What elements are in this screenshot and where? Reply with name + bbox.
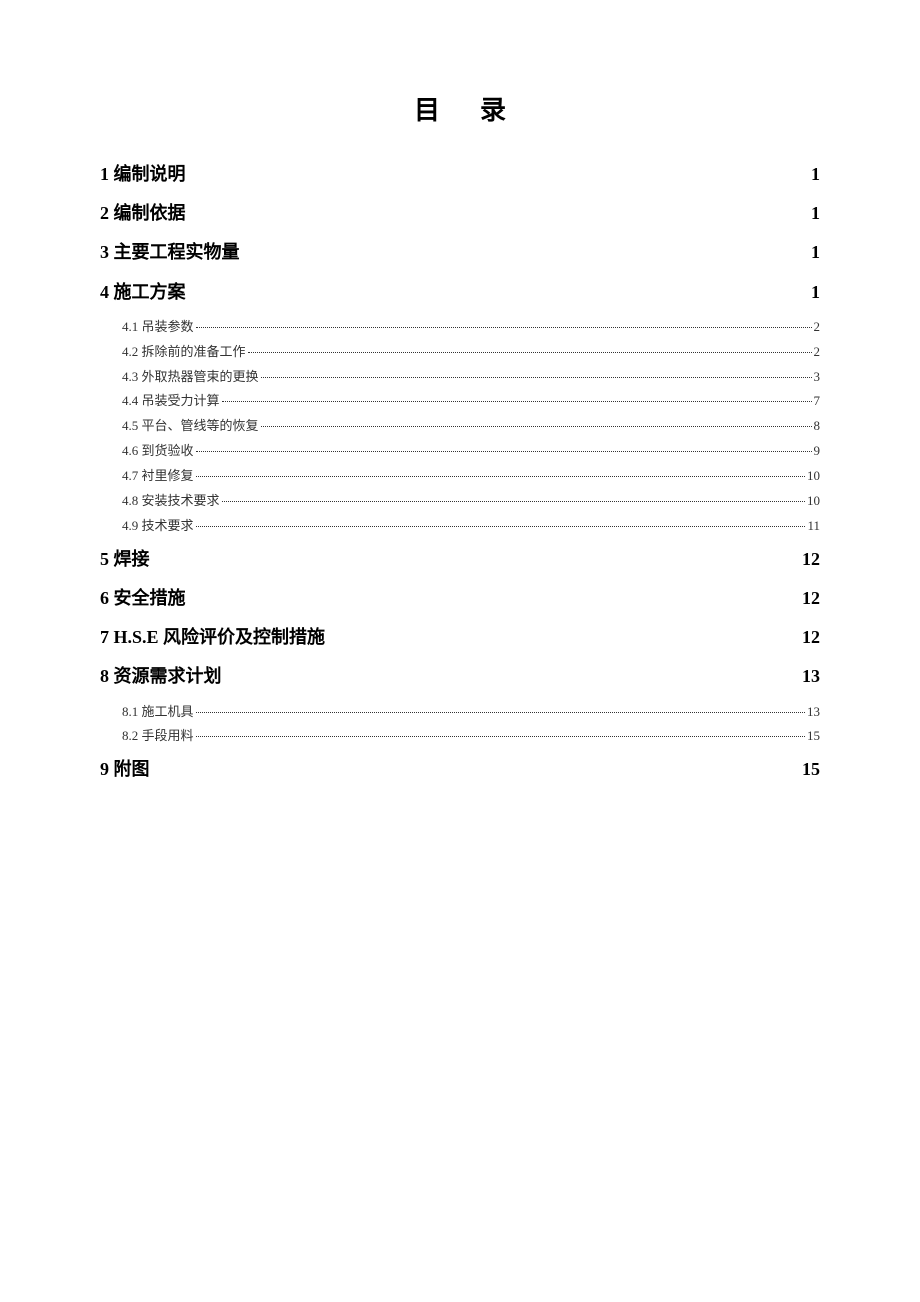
- toc-leader-dots: [196, 476, 805, 477]
- toc-main-label: 8 资源需求计划: [100, 664, 222, 689]
- toc-sub-group: 8.1 施工机具 13 8.2 手段用料 15: [100, 704, 820, 746]
- toc-sub-entry: 4.5 平台、管线等的恢复 8: [122, 418, 820, 435]
- toc-sub-page: 8: [814, 418, 821, 435]
- toc-main-page: 1: [811, 240, 820, 265]
- toc-sub-entry: 4.7 衬里修复 10: [122, 468, 820, 485]
- toc-sub-page: 13: [807, 704, 820, 721]
- toc-main-entry: 5 焊接 12: [100, 547, 820, 572]
- toc-sub-label: 4.1 吊装参数: [122, 319, 194, 336]
- page-title: 目录: [100, 90, 820, 127]
- toc-sub-entry: 4.6 到货验收 9: [122, 443, 820, 460]
- toc-leader-dots: [222, 501, 805, 502]
- toc-sub-page: 3: [814, 369, 821, 386]
- toc-sub-label: 4.6 到货验收: [122, 443, 194, 460]
- toc-leader-dots: [261, 426, 812, 427]
- toc-main-label: 9 附图: [100, 757, 150, 782]
- toc-main-page: 15: [802, 757, 820, 782]
- toc-sub-page: 7: [814, 393, 821, 410]
- toc-sub-page: 11: [807, 518, 820, 535]
- toc-leader-dots: [196, 736, 805, 737]
- toc-main-page: 12: [802, 625, 820, 650]
- toc-sub-entry: 4.8 安装技术要求 10: [122, 493, 820, 510]
- toc-sub-entry: 4.2 拆除前的准备工作 2: [122, 344, 820, 361]
- toc-leader-dots: [196, 526, 806, 527]
- toc-sub-label: 4.2 拆除前的准备工作: [122, 344, 246, 361]
- toc-sub-label: 4.7 衬里修复: [122, 468, 194, 485]
- toc-main-page: 12: [802, 586, 820, 611]
- toc-sub-page: 9: [814, 443, 821, 460]
- table-of-contents: 1 编制说明 1 2 编制依据 1 3 主要工程实物量 1 4 施工方案 1 4.1 吊装参数 2…: [100, 162, 820, 782]
- toc-main-label: 6 安全措施: [100, 586, 186, 611]
- toc-sub-label: 4.9 技术要求: [122, 518, 194, 535]
- toc-main-entry: 6 安全措施 12: [100, 586, 820, 611]
- toc-main-entry: 2 编制依据 1: [100, 201, 820, 226]
- toc-sub-entry: 4.1 吊装参数 2: [122, 319, 820, 336]
- toc-main-label: 3 主要工程实物量: [100, 240, 240, 265]
- toc-leader-dots: [196, 712, 805, 713]
- toc-sub-page: 2: [814, 344, 821, 361]
- toc-sub-entry: 4.4 吊装受力计算 7: [122, 393, 820, 410]
- toc-sub-group: 4.1 吊装参数 2 4.2 拆除前的准备工作 2 4.3 外取热器管束的更换 3 4.4 …: [100, 319, 820, 535]
- toc-leader-dots: [222, 401, 812, 402]
- toc-main-label: 5 焊接: [100, 547, 150, 572]
- toc-main-entry: 7 H.S.E 风险评价及控制措施 12: [100, 625, 820, 650]
- toc-sub-label: 4.5 平台、管线等的恢复: [122, 418, 259, 435]
- toc-main-entry: 8 资源需求计划 13: [100, 664, 820, 689]
- toc-main-page: 1: [811, 280, 820, 305]
- toc-sub-label: 4.4 吊装受力计算: [122, 393, 220, 410]
- toc-main-page: 1: [811, 201, 820, 226]
- toc-sub-page: 2: [814, 319, 821, 336]
- toc-main-label: 4 施工方案: [100, 280, 186, 305]
- toc-sub-page: 10: [807, 468, 820, 485]
- toc-leader-dots: [196, 451, 812, 452]
- toc-sub-label: 8.1 施工机具: [122, 704, 194, 721]
- toc-main-page: 1: [811, 162, 820, 187]
- toc-main-label: 1 编制说明: [100, 162, 186, 187]
- toc-main-entry: 9 附图 15: [100, 757, 820, 782]
- toc-sub-label: 8.2 手段用料: [122, 728, 194, 745]
- toc-sub-entry: 8.2 手段用料 15: [122, 728, 820, 745]
- toc-main-entry: 4 施工方案 1: [100, 280, 820, 305]
- toc-leader-dots: [261, 377, 812, 378]
- toc-sub-entry: 8.1 施工机具 13: [122, 704, 820, 721]
- toc-sub-entry: 4.3 外取热器管束的更换 3: [122, 369, 820, 386]
- toc-sub-label: 4.8 安装技术要求: [122, 493, 220, 510]
- toc-main-page: 12: [802, 547, 820, 572]
- toc-main-entry: 3 主要工程实物量 1: [100, 240, 820, 265]
- toc-sub-entry: 4.9 技术要求 11: [122, 518, 820, 535]
- toc-leader-dots: [196, 327, 812, 328]
- toc-sub-page: 10: [807, 493, 820, 510]
- toc-main-label: 7 H.S.E 风险评价及控制措施: [100, 625, 325, 650]
- toc-main-entry: 1 编制说明 1: [100, 162, 820, 187]
- toc-sub-label: 4.3 外取热器管束的更换: [122, 369, 259, 386]
- toc-main-page: 13: [802, 664, 820, 689]
- toc-main-label: 2 编制依据: [100, 201, 186, 226]
- toc-leader-dots: [248, 352, 812, 353]
- toc-sub-page: 15: [807, 728, 820, 745]
